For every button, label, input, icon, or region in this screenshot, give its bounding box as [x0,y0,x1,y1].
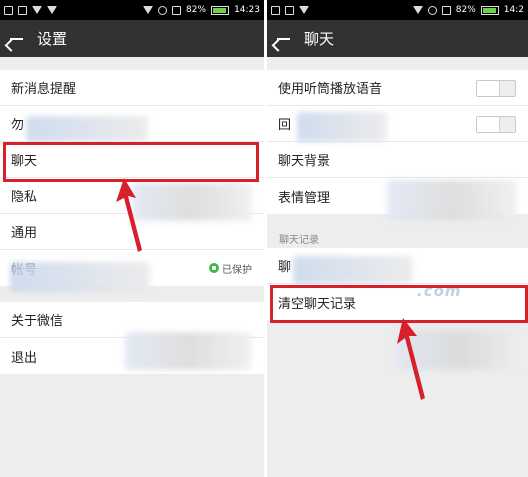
battery-percent: 82% [186,5,207,15]
notification-icon [271,5,280,15]
menu-item-new-message-alerts[interactable]: 新消息提醒 [0,70,264,106]
menu-item-label: 聊 [278,260,292,275]
menu-item-label: 清空聊天记录 [278,296,357,312]
signal-icon [299,6,309,14]
title-bar: 聊天 [267,20,528,57]
wifi-icon [47,6,57,14]
menu-item-label: 表情管理 [278,190,331,206]
blur-overlay [125,332,251,370]
cell-signal-icon [172,5,182,15]
watermark-text: .com [417,282,462,300]
menu-item-chat-background[interactable]: 聊天背景 [267,142,528,178]
menu-item-clear-chat-history[interactable]: 清空聊天记录 [267,284,528,320]
menu-item-label: 聊天 [11,154,38,169]
alarm-icon [158,5,168,15]
cell-signal-icon [441,5,451,15]
back-arrow-icon[interactable] [276,32,290,46]
blur-overlay [293,256,413,284]
protected-status: 已保护 [222,264,252,276]
blur-overlay [387,180,517,220]
title-bar: 设置 [0,20,264,57]
notification-icon [4,5,13,15]
blur-overlay [132,183,252,221]
menu-item-label: 关于微信 [11,314,64,329]
menu-item-chat[interactable]: 聊天 [0,142,264,178]
menu-item-label: 退出 [11,350,38,366]
menu-item-earpiece-playback[interactable]: 使用听筒播放语音 [267,70,528,106]
vibrate-icon [412,6,423,14]
menu-item-label: 聊天背景 [278,154,331,169]
menu-item-label: 回 [278,118,292,133]
red-arrow-icon [116,178,142,252]
account-protected-badge: 已保护 [209,261,252,276]
menu-item-label: 勿 [11,118,25,133]
menu-item-label: 隐私 [11,190,38,205]
battery-icon [480,5,499,15]
image-icon [18,5,27,15]
image-icon [285,5,294,15]
earpiece-toggle[interactable] [476,80,516,97]
chat-settings-screen: 82% 14:2 聊天 使用听筒播放语音 回 聊天背景 表情管理 聊天记录 聊 … [267,0,528,477]
blur-overlay [10,262,150,292]
status-bar: 82% 14:23 [0,0,264,20]
vibrate-icon [143,6,154,14]
shield-icon [209,263,219,273]
menu-item-label: 使用听筒播放语音 [278,82,383,97]
signal-icon [32,6,42,14]
status-bar: 82% 14:2 [267,0,528,20]
enter-send-toggle[interactable] [476,116,516,133]
blur-overlay [26,116,148,142]
clock: 14:23 [234,5,260,15]
page-title: 设置 [37,30,68,48]
settings-screen: 82% 14:23 设置 新消息提醒 勿 聊天 隐私 通用 帐号 已保护 关于微… [0,0,264,477]
back-arrow-icon[interactable] [9,32,23,46]
battery-icon [211,5,230,15]
page-title: 聊天 [304,30,335,48]
menu-item-label: 新消息提醒 [11,82,77,97]
section-label-chat-history: 聊天记录 [279,235,319,246]
alarm-icon [427,5,437,15]
blur-overlay [297,112,387,142]
clock: 14:2 [503,5,524,15]
battery-percent: 82% [455,5,476,15]
menu-item-label: 通用 [11,226,38,241]
red-arrow-icon [397,318,425,400]
